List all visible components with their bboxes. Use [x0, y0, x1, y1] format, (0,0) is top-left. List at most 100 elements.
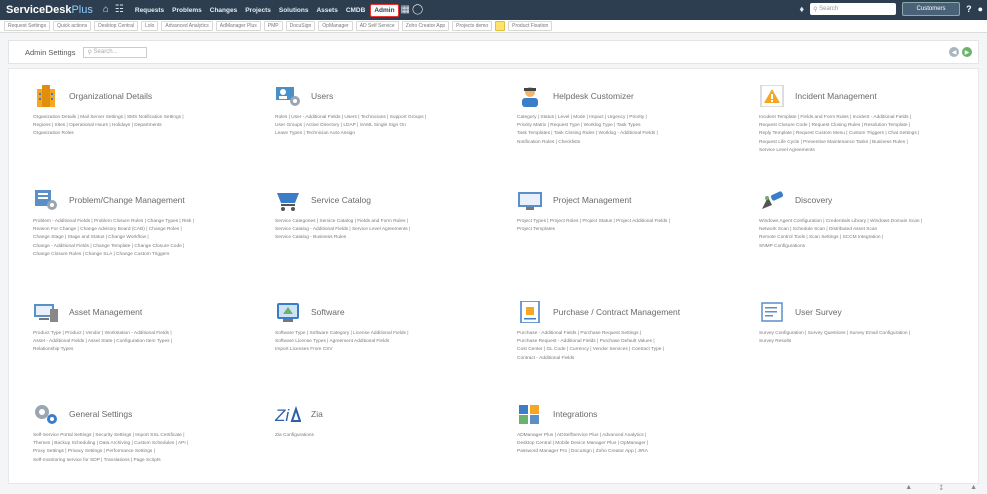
link-row[interactable]: User Groups | Active Directory | LDAP | … [275, 122, 505, 130]
quick-tab[interactable]: Product Fixation [508, 21, 553, 31]
link-row[interactable]: Purchase - Additional Fields | Purchase … [517, 330, 747, 338]
card-title[interactable]: Helpdesk Customizer [553, 91, 634, 101]
link-row[interactable]: Asset - Additional Fields | Asset State … [33, 338, 263, 346]
link-row[interactable]: Request Closure Code | Request Closing R… [759, 122, 987, 130]
card-title[interactable]: Discovery [795, 195, 832, 205]
card-title[interactable]: Organizational Details [69, 91, 152, 101]
nav-cmdb[interactable]: CMDB [343, 5, 369, 16]
quick-tab[interactable]: Advanced Analytics [161, 21, 213, 31]
link-row[interactable]: Survey Configuration | Survey Questions … [759, 330, 987, 338]
card-links[interactable]: Category | Status | Level | Mode | Impac… [517, 114, 747, 147]
card-links[interactable]: Windows Agent Configuration | Credential… [759, 218, 987, 251]
card-title[interactable]: Software [311, 307, 345, 317]
card-links[interactable]: Incident Template | Fields and Form Rule… [759, 114, 987, 155]
notification-bell-icon[interactable]: ♦ [799, 4, 804, 14]
link-row[interactable]: Organization Roles [33, 130, 263, 138]
link-row[interactable]: Request Life Cycle | Preventive Maintena… [759, 139, 987, 147]
quick-tab[interactable]: DocuSign [285, 21, 316, 31]
link-row[interactable]: Incident Template | Fields and Form Rule… [759, 114, 987, 122]
nav-projects[interactable]: Projects [242, 5, 274, 16]
quick-tab[interactable]: Projects demo [452, 21, 493, 31]
link-row[interactable]: Organization Details | Mail Server Setti… [33, 114, 263, 122]
card-title[interactable]: General Settings [69, 409, 132, 419]
link-row[interactable]: Leave Types | Technician Auto Assign [275, 130, 505, 138]
link-row[interactable]: ADManager Plus | ADSelfService Plus | Ad… [517, 432, 747, 440]
card-title[interactable]: Zia [311, 409, 323, 419]
card-links[interactable]: Software Type | Software Category | Lice… [275, 330, 505, 355]
download-icon[interactable]: ↧ [938, 484, 944, 492]
link-row[interactable]: Survey Results [759, 338, 987, 346]
quick-tab[interactable]: Quick actions [53, 21, 92, 31]
link-row[interactable]: Problem - Additional Fields | Problem Cl… [33, 218, 263, 226]
card-links[interactable]: Service Categories | Service Catalog | F… [275, 218, 505, 243]
global-search-input[interactable]: ⚲ Search [810, 3, 897, 15]
card-links[interactable]: Self-Service Portal Settings | Security … [33, 432, 263, 465]
admin-search-input[interactable]: ⚲ Search... [83, 46, 148, 58]
apps-icon[interactable]: ☷ [115, 5, 124, 15]
highlight-tab[interactable] [495, 21, 506, 31]
customers-button[interactable]: Customers [902, 2, 961, 16]
link-row[interactable]: Project Types | Project Roles | Project … [517, 218, 747, 226]
next-arrow-icon[interactable]: ▶ [962, 47, 972, 57]
card-links[interactable]: Organization Details | Mail Server Setti… [33, 114, 263, 139]
card-links[interactable]: Problem - Additional Fields | Problem Cl… [33, 218, 263, 259]
nav-assets[interactable]: Assets [313, 5, 340, 16]
card-title[interactable]: Asset Management [69, 307, 142, 317]
home-icon[interactable]: ⌂ [103, 5, 109, 15]
profile-icon[interactable]: ● [978, 4, 983, 14]
link-row[interactable]: Roles | User - Additional Fields | Users… [275, 114, 505, 122]
link-row[interactable]: Service Catalog - Business Rules [275, 234, 505, 242]
card-links[interactable]: Survey Configuration | Survey Questions … [759, 330, 987, 346]
link-row[interactable]: Priority Matrix | Request Type | Worklog… [517, 122, 747, 130]
card-links[interactable]: ADManager Plus | ADSelfService Plus | Ad… [517, 432, 747, 457]
link-row[interactable]: Proxy Settings | Privacy Settings | Perf… [33, 448, 263, 456]
link-row[interactable]: Project Templates [517, 226, 747, 234]
card-links[interactable]: Product Type | Product | Vendor | Workst… [33, 330, 263, 355]
previous-arrow-icon[interactable]: ◀ [949, 47, 959, 57]
quick-tab[interactable]: AD Self Service [355, 21, 399, 31]
reports-icon[interactable]: ▦ [401, 5, 410, 15]
card-title[interactable]: Incident Management [795, 91, 877, 101]
link-row[interactable]: Themes | Backup Scheduling | Data Archiv… [33, 440, 263, 448]
link-row[interactable]: Software License Types | Agreement Addit… [275, 338, 505, 346]
link-row[interactable]: Service Categories | Service Catalog | F… [275, 218, 505, 226]
brand-logo[interactable]: ServiceDeskPlus [0, 4, 93, 16]
link-row[interactable]: Service Catalog - Additional Fields | Se… [275, 226, 505, 234]
link-row[interactable]: Windows Agent Configuration | Credential… [759, 218, 987, 226]
link-row[interactable]: Change Closure Rules | Change SLA | Chan… [33, 251, 263, 259]
link-row[interactable]: SNMP Configurations [759, 243, 987, 251]
link-row[interactable]: Zia Configurations [275, 432, 505, 440]
card-links[interactable]: Zia Configurations [275, 432, 505, 440]
link-row[interactable]: Notification Rules | Checklists [517, 139, 747, 147]
card-title[interactable]: Project Management [553, 195, 631, 205]
nav-solutions[interactable]: Solutions [276, 5, 312, 16]
quick-tab[interactable]: Zoho Creator App [401, 21, 450, 31]
quick-tab[interactable]: Desktop Central [94, 21, 138, 31]
card-title[interactable]: Purchase / Contract Management [553, 307, 680, 317]
link-row[interactable]: Relationship Types [33, 346, 263, 354]
card-title[interactable]: Problem/Change Management [69, 195, 185, 205]
link-row[interactable]: Category | Status | Level | Mode | Impac… [517, 114, 747, 122]
card-title[interactable]: User Survey [795, 307, 842, 317]
link-row[interactable]: Task Templates | Task Closing Rules | Wo… [517, 130, 747, 138]
link-row[interactable]: Import Licenses From CSV [275, 346, 505, 354]
link-row[interactable]: Cost Center | GL Code | Currency | Vendo… [517, 346, 747, 354]
link-row[interactable]: Network Scan | Schedule Scan | Distribut… [759, 226, 987, 234]
link-row[interactable]: Desktop Central | Mobile Device Manager … [517, 440, 747, 448]
link-row[interactable]: Password Manager Pro | DocuSign | Zoho C… [517, 448, 747, 456]
link-row[interactable]: Product Type | Product | Vendor | Workst… [33, 330, 263, 338]
more-icon[interactable]: ◯ [412, 5, 423, 15]
link-row[interactable]: Self-Service Portal Settings | Security … [33, 432, 263, 440]
link-row[interactable]: Service Level Agreements [759, 147, 987, 155]
link-row[interactable]: Reason For Change | Change Advisory Boar… [33, 226, 263, 234]
link-row[interactable]: Change - Additional Fields | Change Temp… [33, 243, 263, 251]
quick-tab[interactable]: Request Settings [4, 21, 51, 31]
card-title[interactable]: Users [311, 91, 333, 101]
card-title[interactable]: Integrations [553, 409, 597, 419]
help-icon[interactable]: ? [966, 4, 972, 14]
card-links[interactable]: Roles | User - Additional Fields | Users… [275, 114, 505, 139]
nav-admin[interactable]: Admin [370, 3, 399, 17]
link-row[interactable]: Regions | Sites | Operational Hours | Ho… [33, 122, 263, 130]
link-row[interactable]: Self-monitoring service for SDP | Transl… [33, 457, 263, 465]
link-row[interactable]: Change Stage | Stage and Status | Change… [33, 234, 263, 242]
